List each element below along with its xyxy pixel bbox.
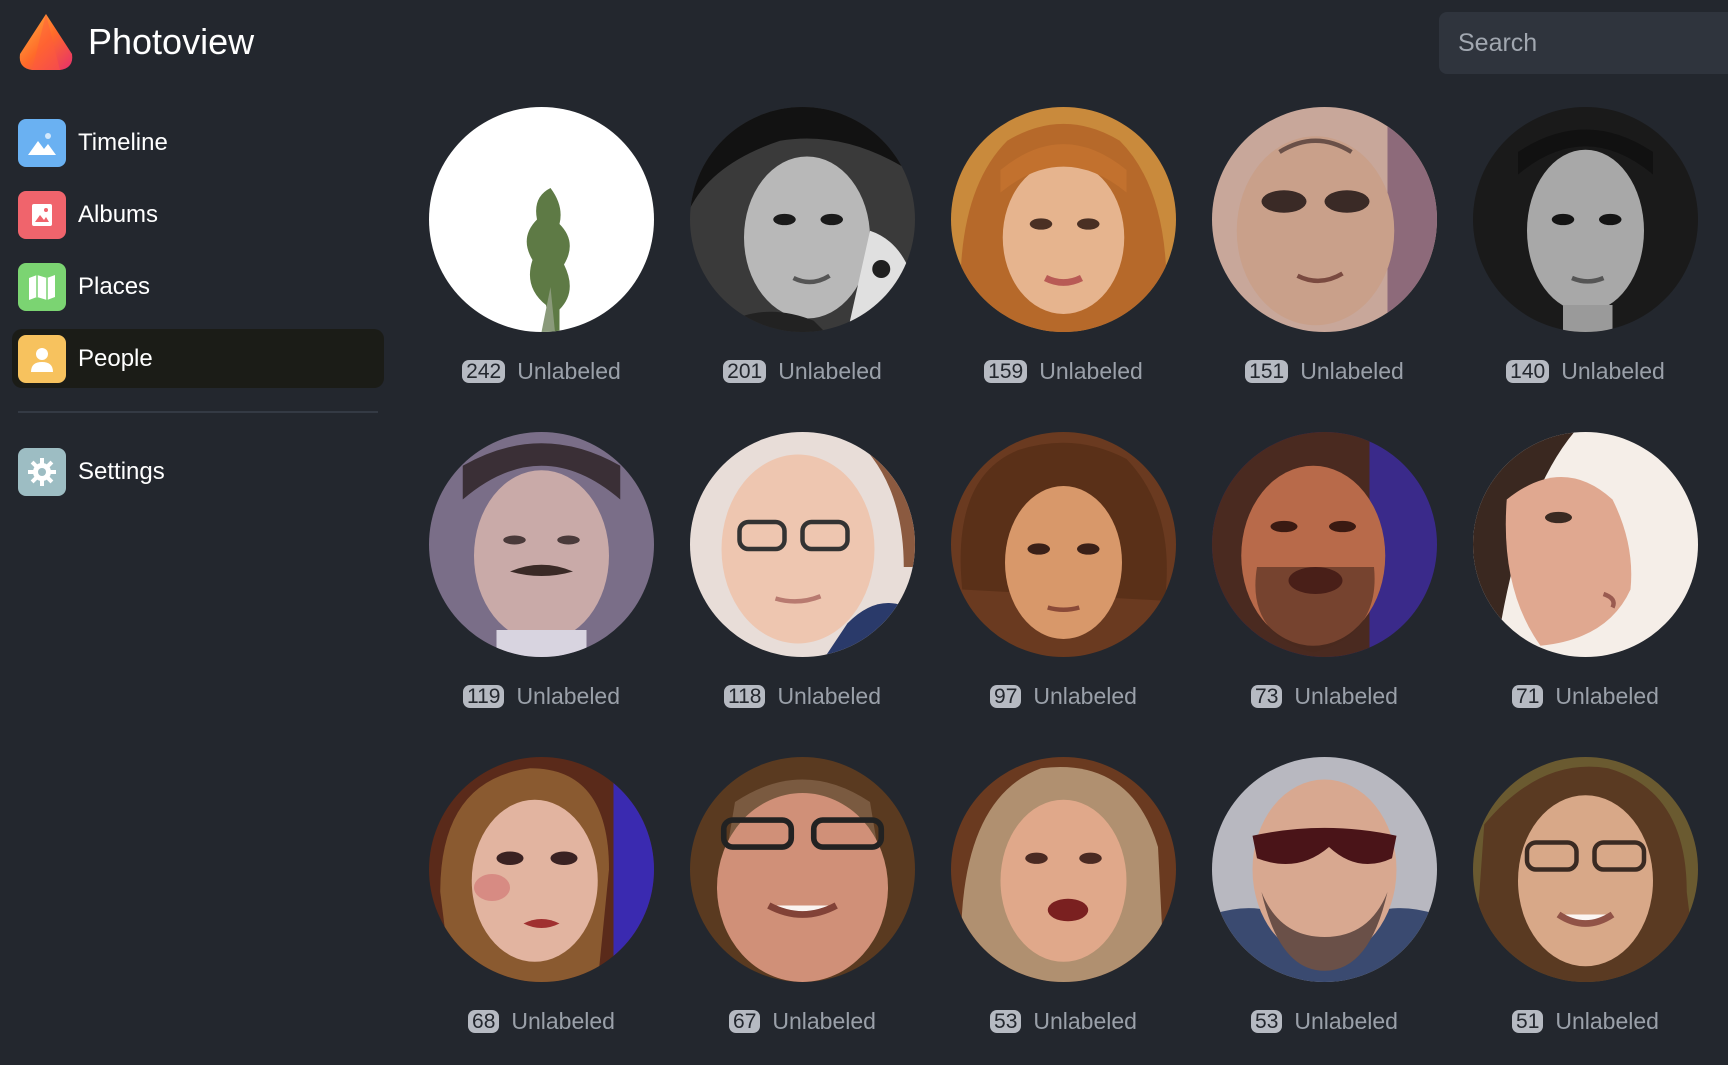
photo-count-badge: 151 bbox=[1245, 360, 1289, 383]
person-name[interactable]: Unlabeled bbox=[1294, 683, 1398, 710]
photo-count-badge: 67 bbox=[729, 1010, 761, 1033]
person-caption: 140 Unlabeled bbox=[1506, 358, 1665, 385]
albums-icon bbox=[18, 190, 66, 239]
photo-count-badge: 71 bbox=[1512, 685, 1544, 708]
app-window: Photoview Timeline Albums Places Peopl bbox=[0, 0, 1728, 1065]
face-thumbnail[interactable] bbox=[1473, 107, 1698, 332]
sidebar-item-albums[interactable]: Albums bbox=[12, 185, 384, 244]
person-name[interactable]: Unlabeled bbox=[1561, 358, 1665, 385]
brand[interactable]: Photoview bbox=[16, 12, 254, 72]
photo-count-badge: 242 bbox=[462, 360, 506, 383]
face-thumbnail[interactable] bbox=[951, 107, 1176, 332]
sidebar-item-label: Timeline bbox=[78, 128, 168, 156]
sidebar-divider bbox=[18, 411, 378, 413]
photo-count-badge: 53 bbox=[990, 1010, 1022, 1033]
face-thumbnail[interactable] bbox=[429, 432, 654, 657]
face-thumbnail[interactable] bbox=[951, 432, 1176, 657]
person-name[interactable]: Unlabeled bbox=[1294, 1008, 1398, 1035]
person-name[interactable]: Unlabeled bbox=[1033, 1008, 1137, 1035]
face-thumbnail[interactable] bbox=[690, 757, 915, 982]
photoview-logo-icon bbox=[19, 14, 73, 70]
person-card[interactable]: 67 Unlabeled bbox=[672, 757, 933, 1065]
person-name[interactable]: Unlabeled bbox=[511, 1008, 615, 1035]
person-caption: 73 Unlabeled bbox=[1251, 683, 1398, 710]
face-thumbnail[interactable] bbox=[1212, 757, 1437, 982]
person-name[interactable]: Unlabeled bbox=[1555, 683, 1659, 710]
sidebar-item-label: Albums bbox=[78, 200, 159, 228]
photo-count-badge: 201 bbox=[723, 360, 767, 383]
face-thumbnail[interactable] bbox=[690, 432, 915, 657]
app-title: Photoview bbox=[88, 21, 255, 62]
face-thumbnail[interactable] bbox=[1473, 757, 1698, 982]
person-card[interactable]: 140 Unlabeled bbox=[1455, 107, 1716, 432]
gear-icon bbox=[18, 447, 66, 496]
person-caption: 97 Unlabeled bbox=[990, 683, 1137, 710]
person-card[interactable]: 97 Unlabeled bbox=[933, 432, 1194, 757]
places-icon bbox=[18, 262, 66, 311]
person-caption: 68 Unlabeled bbox=[468, 1008, 615, 1035]
sidebar-item-places[interactable]: Places bbox=[12, 257, 384, 316]
person-name[interactable]: Unlabeled bbox=[1039, 358, 1143, 385]
person-card[interactable]: 73 Unlabeled bbox=[1194, 432, 1455, 757]
person-caption: 159 Unlabeled bbox=[984, 358, 1143, 385]
person-card[interactable]: 51 Unlabeled bbox=[1455, 757, 1716, 1065]
face-thumbnail[interactable] bbox=[690, 107, 915, 332]
photo-count-badge: 140 bbox=[1506, 360, 1550, 383]
sidebar-item-people[interactable]: People bbox=[12, 329, 384, 388]
face-thumbnail[interactable] bbox=[1473, 432, 1698, 657]
sidebar: Timeline Albums Places People Settings bbox=[12, 113, 384, 514]
person-caption: 151 Unlabeled bbox=[1245, 358, 1404, 385]
people-icon bbox=[18, 334, 66, 383]
person-caption: 242 Unlabeled bbox=[462, 358, 621, 385]
person-card[interactable]: 118 Unlabeled bbox=[672, 432, 933, 757]
timeline-icon bbox=[18, 118, 66, 167]
person-card[interactable]: 201 Unlabeled bbox=[672, 107, 933, 432]
person-caption: 119 Unlabeled bbox=[462, 683, 620, 710]
person-card[interactable]: 71 Unlabeled bbox=[1455, 432, 1716, 757]
person-caption: 53 Unlabeled bbox=[990, 1008, 1137, 1035]
person-name[interactable]: Unlabeled bbox=[778, 358, 882, 385]
face-thumbnail[interactable] bbox=[429, 107, 654, 332]
photo-count-badge: 68 bbox=[468, 1010, 500, 1033]
person-card[interactable]: 68 Unlabeled bbox=[411, 757, 672, 1065]
search-input[interactable] bbox=[1439, 12, 1728, 74]
photo-count-badge: 159 bbox=[984, 360, 1028, 383]
face-thumbnail[interactable] bbox=[429, 757, 654, 982]
photo-count-badge: 53 bbox=[1251, 1010, 1283, 1033]
sidebar-item-label: People bbox=[78, 344, 153, 372]
photo-count-badge: 119 bbox=[462, 685, 505, 708]
person-name[interactable]: Unlabeled bbox=[1300, 358, 1404, 385]
person-name[interactable]: Unlabeled bbox=[772, 1008, 876, 1035]
person-caption: 67 Unlabeled bbox=[729, 1008, 876, 1035]
person-caption: 201 Unlabeled bbox=[723, 358, 882, 385]
person-card[interactable]: 53 Unlabeled bbox=[1194, 757, 1455, 1065]
person-card[interactable]: 119 Unlabeled bbox=[411, 432, 672, 757]
photo-count-badge: 118 bbox=[723, 685, 766, 708]
sidebar-item-label: Places bbox=[78, 272, 151, 300]
face-thumbnail[interactable] bbox=[1212, 107, 1437, 332]
person-name[interactable]: Unlabeled bbox=[516, 683, 620, 710]
person-card[interactable]: 159 Unlabeled bbox=[933, 107, 1194, 432]
person-card[interactable]: 151 Unlabeled bbox=[1194, 107, 1455, 432]
sidebar-item-settings[interactable]: Settings bbox=[12, 442, 384, 501]
person-name[interactable]: Unlabeled bbox=[1555, 1008, 1659, 1035]
person-card[interactable]: 242 Unlabeled bbox=[411, 107, 672, 432]
photo-count-badge: 97 bbox=[990, 685, 1022, 708]
person-caption: 118 Unlabeled bbox=[723, 683, 881, 710]
face-thumbnail[interactable] bbox=[951, 757, 1176, 982]
photo-count-badge: 51 bbox=[1512, 1010, 1544, 1033]
person-name[interactable]: Unlabeled bbox=[517, 358, 621, 385]
sidebar-item-label: Settings bbox=[78, 457, 165, 485]
person-caption: 71 Unlabeled bbox=[1512, 683, 1659, 710]
people-grid: 242 Unlabeled 201 Unlabeled 159 Unlabele… bbox=[411, 107, 1716, 1065]
face-thumbnail[interactable] bbox=[1212, 432, 1437, 657]
sidebar-item-timeline[interactable]: Timeline bbox=[12, 113, 384, 172]
photo-count-badge: 73 bbox=[1251, 685, 1283, 708]
person-card[interactable]: 53 Unlabeled bbox=[933, 757, 1194, 1065]
person-name[interactable]: Unlabeled bbox=[1033, 683, 1137, 710]
person-caption: 53 Unlabeled bbox=[1251, 1008, 1398, 1035]
person-name[interactable]: Unlabeled bbox=[777, 683, 881, 710]
person-caption: 51 Unlabeled bbox=[1512, 1008, 1659, 1035]
